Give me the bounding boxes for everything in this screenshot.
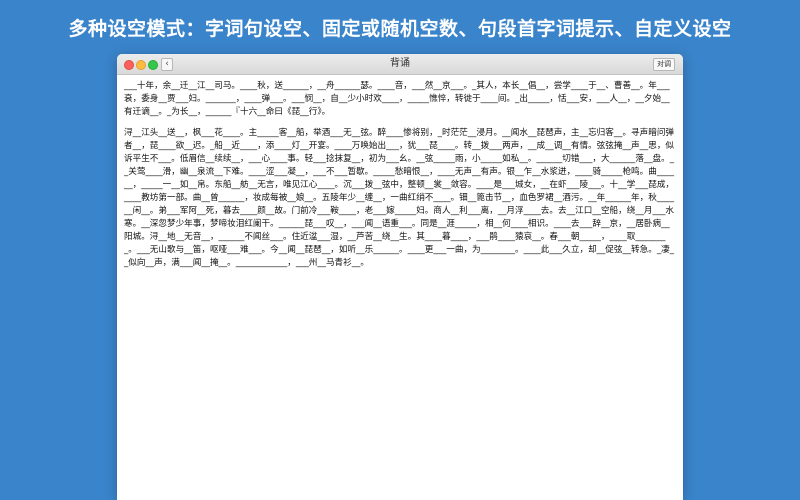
app-window: ‹ 背诵 对调 ___十年，余__迁__江__司马。____秋，送______，… — [117, 54, 683, 500]
window-title: 背诵 — [390, 58, 410, 69]
poem-paragraph: 浔__江头__送__，枫___花____。主_____客__船，举酒___无__… — [124, 128, 675, 268]
swap-button[interactable]: 对调 — [653, 58, 675, 71]
title-bar: ‹ 背诵 对调 — [117, 54, 683, 75]
intro-paragraph: ___十年，余__迁__江__司马。____秋，送______，__舟_____… — [124, 81, 670, 117]
recitation-text-area[interactable]: ___十年，余__迁__江__司马。____秋，送______，__舟_____… — [117, 75, 683, 270]
promo-headline: 多种设空模式：字词句设空、固定或随机空数、句段首字词提示、自定义设空 — [68, 18, 732, 40]
